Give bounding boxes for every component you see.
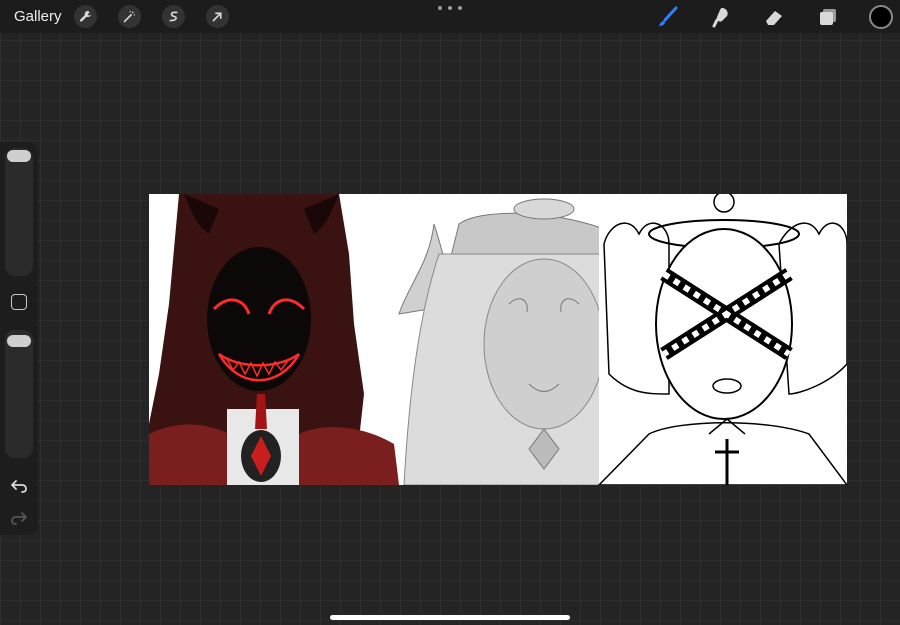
selection-icon [169,11,178,22]
brush-size-slider[interactable] [5,148,33,276]
redo-icon [11,512,27,525]
brush-icon [659,6,678,26]
actions-button[interactable] [74,5,97,28]
eraser-icon [766,11,782,25]
dot-icon [438,6,442,10]
wrench-icon [79,10,92,22]
brush-size-thumb[interactable] [7,150,31,162]
undo-button[interactable] [9,478,29,494]
opacity-slider[interactable] [5,330,33,458]
top-toolbar: Gallery [0,0,900,33]
magic-wand-icon [123,10,136,23]
undo-icon [11,480,27,493]
layers-icon [820,9,836,25]
modify-button[interactable] [11,294,27,310]
artwork [149,194,847,485]
dot-icon [448,6,452,10]
smudge-icon [712,8,728,28]
color-picker-button[interactable] [869,5,893,29]
layers-button[interactable] [816,5,840,29]
dot-icon [458,6,462,10]
opacity-thumb[interactable] [7,335,31,347]
demon-figure [149,194,399,485]
left-sidebar [0,142,38,535]
eraser-tool-button[interactable] [762,5,786,29]
smudge-tool-button[interactable] [709,5,733,29]
adjustments-button[interactable] [118,5,141,28]
drawing-canvas[interactable] [149,194,847,485]
gallery-button[interactable]: Gallery [14,8,62,25]
transform-button[interactable] [206,5,229,28]
redo-button[interactable] [9,510,29,526]
transform-arrow-icon [212,12,222,22]
selection-button[interactable] [162,5,185,28]
brush-tool-button[interactable] [656,5,680,29]
more-options-button[interactable] [438,2,462,14]
lineart-figure [597,194,847,485]
home-indicator[interactable] [330,615,570,620]
